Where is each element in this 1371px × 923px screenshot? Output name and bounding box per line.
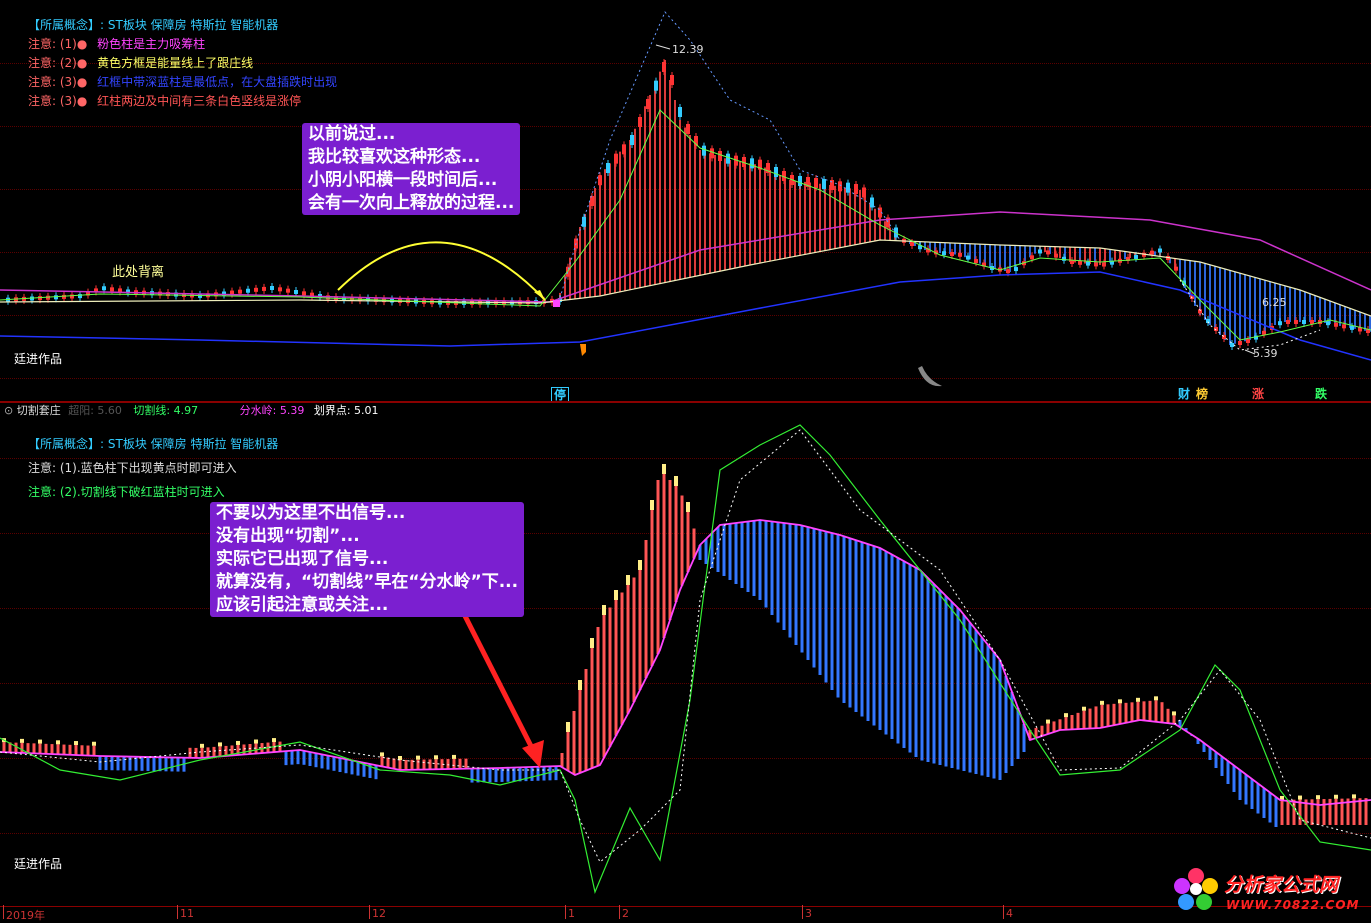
red-arrowhead-icon	[522, 740, 544, 768]
x-axis-label: 4	[1003, 905, 1013, 920]
logo-url: WWW.70822.COM	[1226, 898, 1360, 912]
yellow-dot	[56, 740, 60, 745]
yellow-cap	[686, 502, 690, 512]
yellow-dot	[1100, 700, 1104, 705]
bottom-note-2: 注意: (2).切割线下破红蓝柱时可进入	[28, 485, 225, 499]
yellow-cap	[638, 560, 642, 570]
yellow-dot	[38, 739, 42, 744]
bottom-note-1: 注意: (1).蓝色柱下出现黄点时即可进入	[28, 461, 237, 475]
logo-name: 分析家公式网	[1224, 874, 1339, 896]
yellow-dot	[200, 743, 204, 748]
x-axis-label: 2	[619, 905, 629, 920]
yellow-dot	[1154, 696, 1158, 701]
yellow-dot	[92, 741, 96, 746]
yellow-cap	[614, 590, 618, 600]
yellow-dot	[434, 755, 438, 760]
yellow-dot	[20, 738, 24, 743]
yellow-dot	[1046, 719, 1050, 724]
yellow-dot	[218, 742, 222, 747]
yellow-cap	[566, 722, 570, 732]
yellow-dot	[1172, 711, 1176, 716]
yellow-dot	[380, 752, 384, 757]
yellow-dot	[1136, 697, 1140, 702]
yellow-dot	[254, 739, 258, 744]
bottom-concept-label: 【所属概念】: ST板块 保障房 特斯拉 智能机器	[28, 437, 279, 451]
x-axis-label: 1	[565, 905, 575, 920]
x-axis	[0, 906, 1371, 922]
yellow-cap	[626, 575, 630, 585]
yellow-dot	[1298, 795, 1302, 800]
yellow-dot	[1352, 794, 1356, 799]
yellow-dot	[74, 741, 78, 746]
yellow-cap	[578, 680, 582, 690]
site-logo[interactable]: 分析家公式网 WWW.70822.COM	[1172, 866, 1362, 918]
x-axis-label: 11	[177, 905, 194, 920]
yellow-dot	[416, 755, 420, 760]
watershed-line	[0, 519, 1371, 806]
yellow-dot	[1334, 794, 1338, 799]
yellow-dot	[1064, 713, 1068, 718]
x-axis-label: 12	[369, 905, 386, 920]
flower-logo-icon	[1174, 868, 1218, 912]
yellow-dot	[1118, 699, 1122, 704]
yellow-cap	[590, 638, 594, 648]
yellow-dot	[236, 740, 240, 745]
red-arrow-shaft	[459, 608, 537, 754]
yellow-dot	[452, 754, 456, 759]
x-axis-label: 3	[802, 905, 812, 920]
yellow-dot	[1316, 795, 1320, 800]
yellow-cap	[650, 500, 654, 510]
yellow-cap	[674, 476, 678, 486]
bottom-callout: 不要以为这里不出信号... 没有出现“切割”... 实际它已出现了信号... 就…	[210, 502, 525, 617]
watermark-bottom: 廷进作品	[14, 857, 63, 871]
yellow-dot	[1082, 706, 1086, 711]
yellow-dot	[272, 738, 276, 743]
yellow-cap	[602, 605, 606, 615]
yellow-cap	[662, 464, 666, 474]
